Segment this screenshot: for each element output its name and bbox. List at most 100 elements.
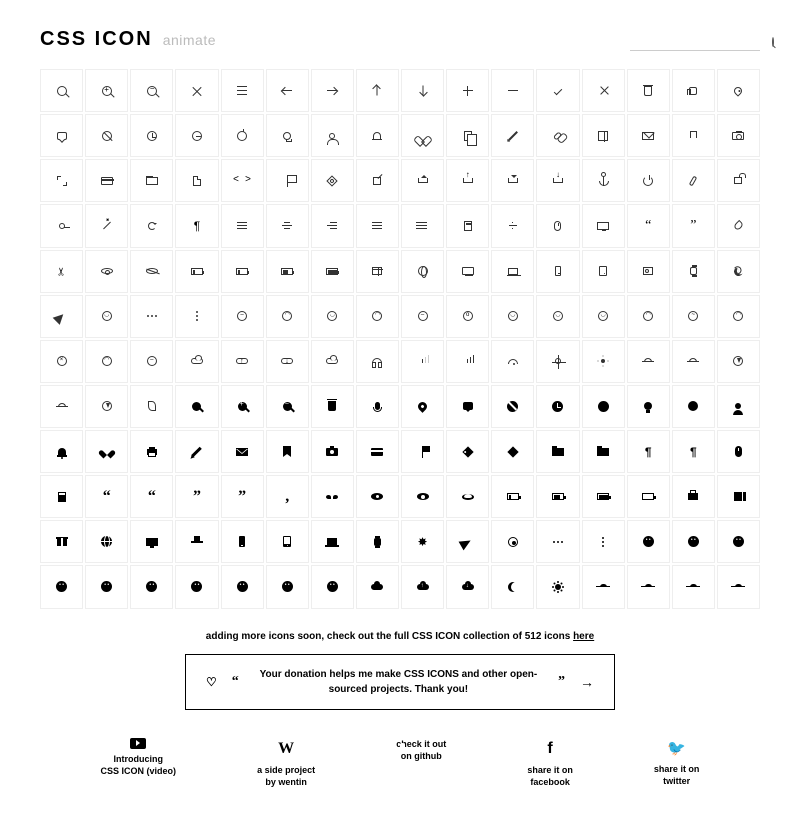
icon-folder-open-s[interactable]	[582, 430, 625, 473]
icon-meh[interactable]: ‒	[401, 295, 444, 338]
icon-sad[interactable]: ◠	[266, 295, 309, 338]
icon-external[interactable]	[356, 159, 399, 202]
icon-plus[interactable]	[446, 69, 489, 112]
icon-cloud-s[interactable]	[356, 565, 399, 608]
icon-comment-s[interactable]	[446, 385, 489, 428]
icon-hat-s[interactable]	[175, 520, 218, 563]
icon-pie-chart[interactable]	[175, 114, 218, 157]
icon-pencil[interactable]	[491, 114, 534, 157]
icon-eye[interactable]	[85, 250, 128, 293]
icon-trash-s[interactable]	[311, 385, 354, 428]
icon-search[interactable]	[40, 69, 83, 112]
icon-clover-s[interactable]: ✸	[401, 520, 444, 563]
icon-bat-low-s[interactable]	[491, 475, 534, 518]
icon-camera[interactable]	[717, 114, 760, 157]
icon-card-s[interactable]	[356, 430, 399, 473]
icon-anchor[interactable]	[582, 159, 625, 202]
icon-flag-s[interactable]	[401, 430, 444, 473]
icon-paragraph-s[interactable]: ¶	[627, 430, 670, 473]
icon-menu[interactable]	[221, 69, 264, 112]
icon-confused[interactable]: ~	[672, 295, 715, 338]
icon-upload[interactable]	[401, 159, 444, 202]
icon-battery-low[interactable]	[221, 250, 264, 293]
icon-bookmark-s[interactable]	[266, 430, 309, 473]
icon-zoom-in[interactable]	[85, 69, 128, 112]
icon-flag[interactable]	[266, 159, 309, 202]
icon-quote-left[interactable]: “	[627, 204, 670, 247]
search-field[interactable]	[630, 34, 760, 51]
icon-screen-s[interactable]	[130, 520, 173, 563]
icon-ban[interactable]	[85, 114, 128, 157]
icon-angry[interactable]: ◠	[717, 295, 760, 338]
icon-tired-s[interactable]: • •	[311, 565, 354, 608]
icon-credit-card[interactable]	[85, 159, 128, 202]
icon-align-center[interactable]	[266, 204, 309, 247]
icon-mustache-s[interactable]	[311, 475, 354, 518]
icon-zoom-out-s[interactable]	[266, 385, 309, 428]
icon-calc-s[interactable]	[40, 475, 83, 518]
icon-leaf[interactable]	[130, 385, 173, 428]
icon-check[interactable]	[536, 69, 579, 112]
icon-tv[interactable]	[446, 250, 489, 293]
icon-link[interactable]	[536, 114, 579, 157]
icon-pin-s[interactable]	[401, 385, 444, 428]
icon-folder-s[interactable]	[536, 430, 579, 473]
icon-arrow-left[interactable]	[266, 69, 309, 112]
icon-arrow-down[interactable]	[401, 69, 444, 112]
icon-case2-s[interactable]	[717, 475, 760, 518]
icon-battery-half[interactable]	[266, 250, 309, 293]
icon-key[interactable]	[40, 204, 83, 247]
icon-gift[interactable]	[356, 250, 399, 293]
icon-code[interactable]: < >	[221, 159, 264, 202]
icon-phone-s[interactable]	[221, 520, 264, 563]
icon-power[interactable]	[627, 159, 670, 202]
icon-heart-s[interactable]	[85, 430, 128, 473]
icon-ban-s[interactable]	[491, 385, 534, 428]
icon-watch[interactable]	[672, 250, 715, 293]
icon-user-s[interactable]	[717, 385, 760, 428]
icon-quote-r-s[interactable]: ”	[175, 475, 218, 518]
icon-cloud-sync[interactable]	[311, 340, 354, 383]
icon-smile[interactable]: ◡	[85, 295, 128, 338]
icon-droplet[interactable]	[717, 204, 760, 247]
icon-tag-s[interactable]	[446, 430, 489, 473]
icon-laptop[interactable]	[491, 250, 534, 293]
icon-headphone[interactable]	[356, 340, 399, 383]
icon-bulb-s[interactable]	[627, 385, 670, 428]
icon-sunset-s[interactable]	[672, 565, 715, 608]
icon-thumbs-up[interactable]	[672, 69, 715, 112]
social-twitter[interactable]: 🐦 share it ontwitter	[654, 738, 700, 790]
icon-pencil-s[interactable]	[175, 430, 218, 473]
icon-eye-s[interactable]	[356, 475, 399, 518]
icon-frown[interactable]: ◠	[356, 295, 399, 338]
icon-sunrise[interactable]	[627, 340, 670, 383]
icon-remove[interactable]	[582, 69, 625, 112]
icon-sun-s[interactable]	[536, 565, 579, 608]
icon-happy-s[interactable]: • •	[672, 520, 715, 563]
icon-align-right[interactable]	[311, 204, 354, 247]
icon-case-s[interactable]	[672, 475, 715, 518]
icon-laugh[interactable]: ◡	[536, 295, 579, 338]
icon-dotsv-s[interactable]	[582, 520, 625, 563]
icon-sunset[interactable]	[672, 340, 715, 383]
icon-grin-s[interactable]: • •	[85, 565, 128, 608]
social-wentin[interactable]: W a side projectby wentin	[257, 738, 315, 790]
icon-arrow-up[interactable]	[356, 69, 399, 112]
icon-grin[interactable]: ◡	[582, 295, 625, 338]
icon-divide[interactable]	[491, 204, 534, 247]
icon-scissors[interactable]: ✂	[40, 250, 83, 293]
icon-folder[interactable]	[130, 159, 173, 202]
icon-sunrise-alt[interactable]	[40, 385, 83, 428]
icon-cloud-up-s[interactable]	[401, 565, 444, 608]
icon-quote-rr-s[interactable]: ”	[221, 475, 264, 518]
icon-more-v[interactable]	[175, 295, 218, 338]
icon-minus[interactable]	[491, 69, 534, 112]
icon-cloud-dn-s[interactable]	[446, 565, 489, 608]
icon-align-justify[interactable]	[356, 204, 399, 247]
icon-compass[interactable]	[717, 340, 760, 383]
icon-paragraph-r-s[interactable]: ¶	[672, 430, 715, 473]
icon-bat-empty-s[interactable]	[627, 475, 670, 518]
icon-timer[interactable]	[221, 114, 264, 157]
icon-laptop-s[interactable]	[311, 520, 354, 563]
icon-eye-close-s[interactable]	[446, 475, 489, 518]
